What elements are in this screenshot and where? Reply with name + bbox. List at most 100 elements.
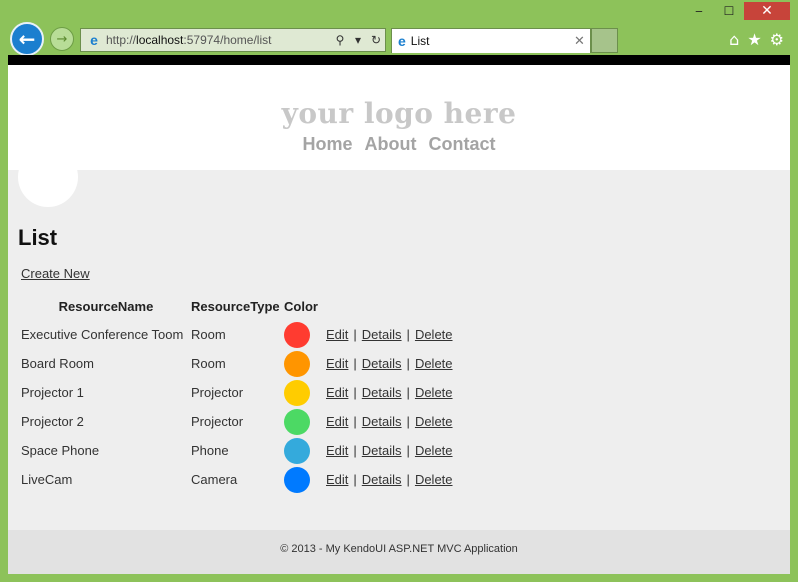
page-viewport: your logo here Home About Contact List C… [8, 55, 790, 574]
site-logo[interactable]: your logo here [8, 65, 790, 130]
cell-color [284, 320, 326, 349]
cell-actions: Edit | Details | Delete [326, 407, 453, 436]
maximize-button[interactable]: ☐ [714, 2, 744, 20]
separator: | [406, 385, 410, 400]
cell-color [284, 407, 326, 436]
home-icon[interactable]: ⌂ [729, 30, 739, 49]
header-resource-type: ResourceType [191, 299, 280, 314]
separator: | [353, 472, 357, 487]
separator: | [406, 443, 410, 458]
ie-tab-icon: e [398, 33, 406, 49]
table-row: Executive Conference Toom Room Edit | Detail… [21, 320, 453, 349]
url-host: localhost [136, 33, 184, 47]
gear-icon[interactable]: ⚙ [770, 30, 784, 49]
separator: | [406, 327, 410, 342]
table-row: Projector 2 Projector Edit | Details | Delete [21, 407, 453, 436]
delete-link[interactable]: Delete [415, 414, 453, 429]
cell-resource-name: Projector 2 [21, 414, 84, 429]
edit-link[interactable]: Edit [326, 327, 348, 342]
cell-resource-name: Executive Conference Toom [21, 327, 184, 342]
nav-about[interactable]: About [365, 134, 417, 155]
cell-color [284, 349, 326, 378]
separator: | [353, 356, 357, 371]
details-link[interactable]: Details [362, 327, 402, 342]
table-row: Board Room Room Edit | Details | Delete [21, 349, 453, 378]
cell-color [284, 465, 326, 494]
cell-actions: Edit | Details | Delete [326, 465, 453, 494]
cell-actions: Edit | Details | Delete [326, 349, 453, 378]
decorative-circle [18, 147, 78, 207]
cell-resource-type: Camera [191, 472, 238, 487]
color-swatch [284, 437, 310, 464]
create-new-link[interactable]: Create New [21, 266, 90, 281]
favorites-star-icon[interactable]: ★ [747, 30, 761, 49]
ie-page-icon: e [90, 32, 98, 48]
table-row: LiveCam Camera Edit | Details | Delete [21, 465, 453, 494]
dropdown-icon[interactable]: ▾ [349, 33, 367, 47]
details-link[interactable]: Details [362, 472, 402, 487]
separator: | [406, 414, 410, 429]
edit-link[interactable]: Edit [326, 356, 348, 371]
search-icon[interactable]: ⚲ [331, 33, 349, 47]
separator: | [353, 414, 357, 429]
new-tab-button[interactable] [591, 28, 618, 53]
close-window-button[interactable]: ✕ [744, 2, 790, 20]
address-bar[interactable]: e http://localhost:57974/home/list ⚲ ▾ ↻ [80, 28, 386, 52]
header-resource-name: ResourceName [58, 299, 154, 314]
tab-list[interactable]: e List ✕ [391, 28, 591, 53]
cell-color [284, 378, 326, 407]
details-link[interactable]: Details [362, 443, 402, 458]
site-footer: © 2013 - My KendoUI ASP.NET MVC Applicat… [8, 530, 790, 574]
tab-title: List [410, 34, 430, 48]
cell-resource-name: Board Room [21, 356, 94, 371]
nav-home[interactable]: Home [303, 134, 353, 155]
color-swatch [284, 379, 310, 406]
nav-contact[interactable]: Contact [429, 134, 496, 155]
color-swatch [284, 408, 310, 435]
top-bar [8, 55, 790, 65]
back-button[interactable]: ← [10, 22, 44, 56]
edit-link[interactable]: Edit [326, 443, 348, 458]
cell-resource-name: Space Phone [21, 443, 100, 458]
forward-button[interactable]: → [50, 27, 74, 51]
cell-resource-name: LiveCam [21, 472, 73, 487]
minimize-button[interactable]: ‒ [684, 2, 714, 20]
delete-link[interactable]: Delete [415, 443, 453, 458]
color-swatch [284, 350, 310, 377]
table-body: Executive Conference Toom Room Edit | Detail… [21, 320, 453, 494]
refresh-icon[interactable]: ↻ [367, 33, 385, 47]
cell-resource-type: Room [191, 356, 226, 371]
cell-actions: Edit | Details | Delete [326, 436, 453, 465]
address-url[interactable]: http://localhost:57974/home/list [106, 33, 331, 47]
separator: | [353, 443, 357, 458]
edit-link[interactable]: Edit [326, 385, 348, 400]
cell-resource-name: Projector 1 [21, 385, 84, 400]
browser-chrome: ‒ ☐ ✕ ← → e http://localhost:57974/home/… [0, 0, 798, 58]
arrow-left-icon: ← [18, 27, 36, 51]
separator: | [406, 356, 410, 371]
color-swatch [284, 466, 310, 493]
table-header-row: ResourceName ResourceType Color [21, 299, 453, 320]
tab-close-icon[interactable]: ✕ [574, 33, 590, 49]
details-link[interactable]: Details [362, 356, 402, 371]
delete-link[interactable]: Delete [415, 327, 453, 342]
main-content: List Create New ResourceName ResourceTyp… [8, 170, 790, 494]
cell-actions: Edit | Details | Delete [326, 378, 453, 407]
site-header: your logo here Home About Contact [8, 65, 790, 207]
delete-link[interactable]: Delete [415, 385, 453, 400]
delete-link[interactable]: Delete [415, 472, 453, 487]
edit-link[interactable]: Edit [326, 472, 348, 487]
resource-table: ResourceName ResourceType Color Executiv… [21, 299, 453, 494]
separator: | [406, 472, 410, 487]
toolbar-icons: ⌂ ★ ⚙ [729, 30, 784, 49]
delete-link[interactable]: Delete [415, 356, 453, 371]
cell-resource-type: Projector [191, 385, 244, 400]
details-link[interactable]: Details [362, 414, 402, 429]
details-link[interactable]: Details [362, 385, 402, 400]
url-path: :57974/home/list [183, 33, 272, 47]
cell-resource-type: Projector [191, 414, 244, 429]
cell-resource-type: Room [191, 327, 226, 342]
window-controls: ‒ ☐ ✕ [684, 2, 790, 20]
edit-link[interactable]: Edit [326, 414, 348, 429]
table-row: Projector 1 Projector Edit | Details | Delete [21, 378, 453, 407]
